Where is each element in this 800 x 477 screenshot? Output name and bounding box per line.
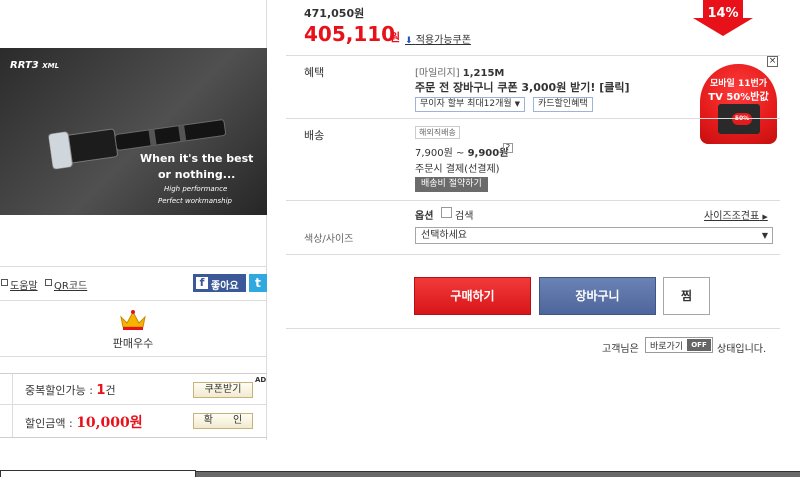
- divider: [12, 374, 13, 437]
- banner-badge: 50%: [732, 113, 752, 125]
- shortcut-prefix: 고객님은: [602, 344, 639, 355]
- chevron-right-icon: ▶: [762, 213, 768, 221]
- option-select[interactable]: 선택하세요 ▼: [415, 227, 773, 244]
- divider: [0, 266, 267, 267]
- facebook-like-button[interactable]: f 좋아요: [193, 274, 246, 292]
- tools-row: 도움말 QR코드 f 좋아요 t: [0, 272, 267, 294]
- size-chart-link[interactable]: 사이즈조견표 ▶: [704, 207, 768, 222]
- add-to-cart-button[interactable]: 장바구니: [539, 277, 656, 315]
- sale-price: 405,110: [304, 22, 396, 46]
- mobile-tv-banner[interactable]: 모바일 11번가 TV 50%반값 50%: [700, 64, 777, 144]
- shortcut-label: 바로가기: [650, 342, 684, 352]
- tv-icon: 50%: [718, 104, 760, 134]
- help-link[interactable]: 도움말: [10, 277, 38, 292]
- option-label: 옵션: [415, 211, 434, 222]
- shortcut-state: OFF: [687, 339, 711, 351]
- applicable-coupon-link[interactable]: ⬇ 적용가능쿠폰: [405, 31, 471, 46]
- divider: [286, 328, 780, 329]
- card-discount-button[interactable]: 카드할인혜택: [533, 97, 593, 112]
- prepay-info: 주문시 결제(선결제): [415, 164, 500, 175]
- duplicate-discount: 중복할인가능 : 1건: [25, 383, 116, 398]
- benefit-label: 혜택: [304, 66, 325, 79]
- chevron-down-icon: ▼: [761, 231, 768, 240]
- shipping-save-button[interactable]: 배송비 절약하기: [415, 177, 488, 192]
- image-slogan-2: or nothing...: [158, 168, 236, 181]
- color-size-label: 색상/사이즈: [304, 234, 354, 245]
- buy-button[interactable]: 구매하기: [414, 277, 531, 315]
- divider: [0, 356, 267, 357]
- image-brand: RRT3 XML: [10, 60, 60, 71]
- coupon-box: AD 중복할인가능 : 1건 쿠폰받기 할인금액 : 10,000원 확 인: [0, 373, 267, 438]
- installment-dropdown[interactable]: 무이자 할부 최대12개월 ▼: [415, 97, 525, 112]
- qrcode-link[interactable]: QR코드: [54, 277, 87, 292]
- search-checkbox-label: 검색: [455, 211, 474, 222]
- twitter-button[interactable]: t: [249, 274, 267, 292]
- discount-amount: 할인금액 : 10,000원: [25, 415, 143, 431]
- divider: [0, 300, 267, 301]
- cart-coupon-link[interactable]: 주문 전 장바구니 쿠폰 3,000원 받기! [클릭]: [415, 79, 630, 95]
- sale-price-unit: 원: [390, 31, 401, 44]
- divider: [286, 200, 780, 201]
- qrcode-icon: [45, 279, 52, 286]
- discount-rate: 14%: [707, 6, 739, 21]
- ad-label: AD: [255, 376, 267, 384]
- image-line-1: High performance: [164, 185, 228, 193]
- download-arrow-icon: ⬇: [405, 36, 413, 46]
- crown-icon: [120, 310, 146, 330]
- original-price: 471,050원: [304, 7, 365, 20]
- image-slogan-1: When it's the best: [140, 152, 254, 165]
- shortcut-toggle[interactable]: 바로가기 OFF: [645, 337, 713, 353]
- shipping-fee: 7,900원 ~ 9,900원: [415, 148, 509, 159]
- wishlist-button[interactable]: 찜: [663, 277, 710, 315]
- divider: [286, 55, 780, 56]
- shipping-label: 배송: [304, 129, 325, 142]
- seller-grade-label: 판매우수: [112, 337, 154, 350]
- facebook-icon: f: [196, 277, 208, 289]
- confirm-button[interactable]: 확 인: [193, 413, 253, 429]
- mileage-info: [마일리지] 1,215M: [415, 68, 505, 79]
- close-icon[interactable]: ×: [767, 56, 778, 67]
- image-line-2: Perfect workmanship: [158, 197, 232, 205]
- help-icon: [1, 279, 8, 286]
- help-icon[interactable]: ?: [503, 143, 513, 153]
- divider: [0, 404, 267, 405]
- shortcut-suffix: 상태입니다.: [717, 344, 767, 355]
- dropdown-arrow-icon: ▼: [514, 100, 520, 108]
- search-checkbox[interactable]: [441, 207, 452, 218]
- overseas-shipping-badge: 해외직배송: [415, 126, 460, 139]
- facebook-like-label: 좋아요: [211, 281, 239, 292]
- divider: [286, 254, 780, 255]
- product-image[interactable]: RRT3 XML When it's the best or nothing..…: [0, 48, 267, 215]
- banner-line-2: TV 50%반값: [708, 92, 769, 103]
- receive-coupon-button[interactable]: 쿠폰받기: [193, 382, 253, 398]
- divider: [286, 118, 780, 119]
- tab-active[interactable]: [0, 470, 196, 477]
